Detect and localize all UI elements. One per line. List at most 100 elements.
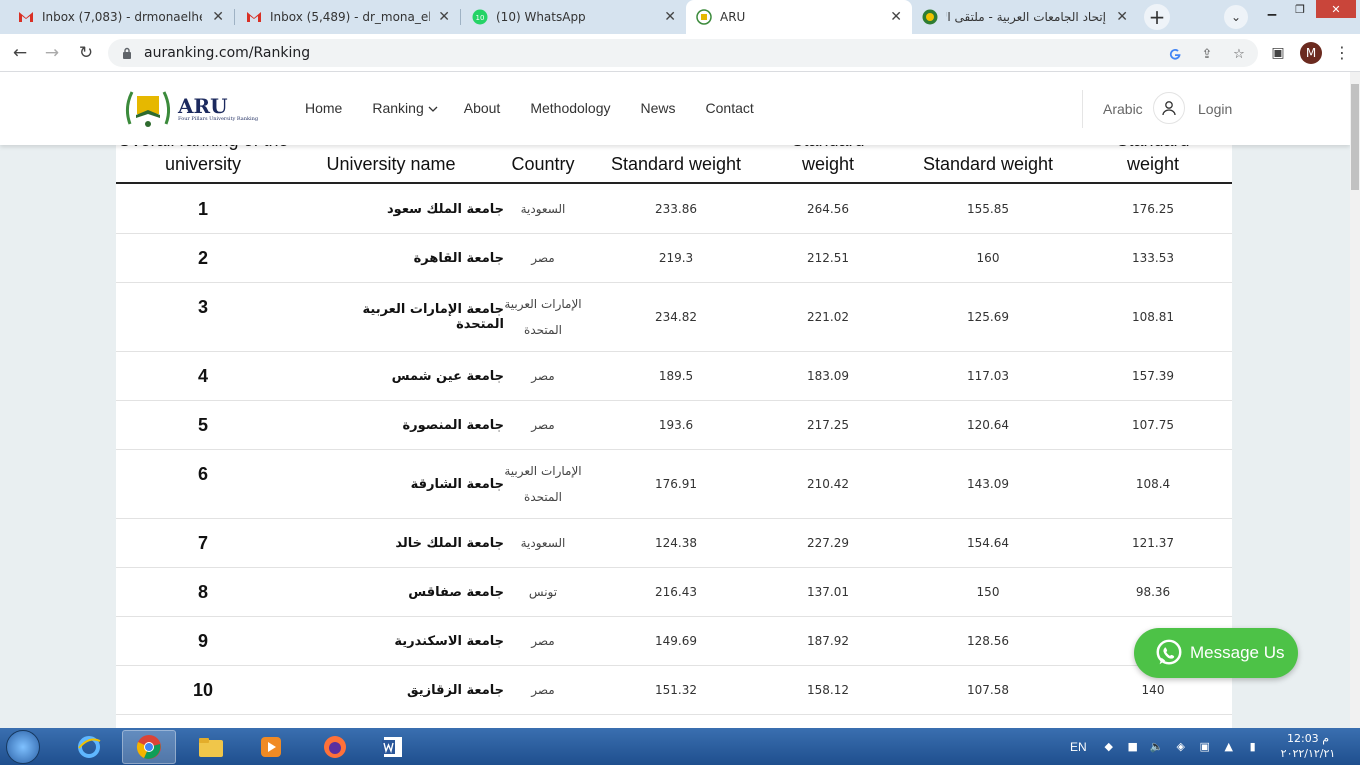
google-icon[interactable] [1166, 45, 1184, 63]
cell-standard-weight-3: 155.85 [967, 202, 1009, 216]
close-icon[interactable]: ✕ [664, 9, 676, 25]
nav-contact[interactable]: Contact [706, 100, 754, 116]
address-bar[interactable]: auranking.com/Ranking ⇪ ☆ [108, 39, 1258, 67]
tray-app-icon[interactable]: ▣ [1197, 739, 1213, 755]
lock-icon [120, 46, 134, 60]
forward-icon[interactable]: → [40, 42, 64, 64]
cell-standard-weight-4: 108.4 [1135, 477, 1171, 491]
cell-standard-weight-1: 151.32 [655, 683, 697, 697]
media-player-icon[interactable] [244, 730, 298, 764]
tab-whatsapp[interactable]: 10 (10) WhatsApp ✕ [462, 0, 686, 34]
whatsapp-icon: 10 [472, 9, 488, 25]
cell-country: مصر [488, 401, 598, 449]
table-row: 4 جامعة عين شمس مصر 189.5 183.09 117.03 157.39 [116, 352, 1232, 401]
cell-standard-weight-2: 264.56 [807, 202, 849, 216]
cell-standard-weight-4: 107.75 [1132, 418, 1174, 432]
cell-standard-weight-3: 117.03 [967, 369, 1009, 383]
nav-home[interactable]: Home [305, 100, 342, 116]
cell-university-name: جامعة عين شمس [304, 352, 504, 400]
acrobat-icon[interactable]: ◈ [1173, 739, 1189, 755]
university-name-text: جامعة الإمارات العربية المتحدة [362, 302, 504, 332]
cell-standard-weight-1: 193.6 [658, 418, 694, 432]
nav-ranking[interactable]: Ranking [372, 100, 423, 116]
file-explorer-icon[interactable] [184, 730, 238, 764]
cell-country: السعودية [488, 185, 598, 233]
cell-standard-weight-1: 233.86 [655, 202, 697, 216]
scrollbar-thumb[interactable] [1351, 84, 1359, 190]
taskbar: EN ◆ ■ 🔈 ◈ ▣ ▲ ▮ 12:03 م ٢٠٢٢/١٢/٢١ [0, 728, 1360, 765]
table-row: 3 جامعة الإمارات العربية المتحدة الإمارات … [116, 283, 1232, 352]
table-row: 6 جامعة الشارقة الإمارات العربية المتحدة 17… [116, 450, 1232, 519]
cell-university-name: جامعة الاسكندرية [304, 617, 504, 665]
cell-rank: 10 [192, 680, 214, 700]
cell-rank: 6 [197, 464, 208, 484]
star-icon[interactable]: ☆ [1230, 45, 1248, 63]
logo[interactable]: ARU Four Pillars University Ranking [122, 82, 262, 134]
country-text: تونس [528, 585, 558, 599]
ranking-table: Overall ranking of the university Univer… [116, 122, 1232, 728]
tab-gmail-2[interactable]: Inbox (5,489) - dr_mona_elhela ✕ [236, 0, 460, 34]
cell-standard-weight-2: 183.09 [807, 369, 849, 383]
network-signal-icon[interactable]: ▮ [1245, 739, 1261, 755]
nav-methodology[interactable]: Methodology [530, 100, 610, 116]
minimize-icon[interactable]: ▁ [1258, 0, 1286, 18]
site-header: ARU Four Pillars University Ranking Home… [0, 72, 1350, 145]
country-text: مصر [531, 683, 555, 697]
country-text: الإمارات العربية المتحدة [504, 297, 582, 337]
chevron-down-icon[interactable]: ⌄ [1224, 5, 1248, 29]
cell-standard-weight-1: 149.69 [655, 634, 697, 648]
close-icon[interactable]: ✕ [1116, 9, 1128, 25]
cell-standard-weight-4: 98.36 [1135, 585, 1171, 599]
internet-explorer-icon[interactable] [62, 730, 116, 764]
chrome-icon[interactable] [122, 730, 176, 764]
close-icon[interactable]: ✕ [890, 9, 902, 25]
university-name-text: جامعة المنصورة [402, 417, 504, 433]
tab-gmail-1[interactable]: Inbox (7,083) - drmonaelhelaly ✕ [8, 0, 234, 34]
country-text: مصر [531, 634, 555, 648]
nav-about[interactable]: About [464, 100, 501, 116]
cell-country: الإمارات العربية المتحدة [488, 283, 598, 351]
share-icon[interactable]: ⇪ [1198, 45, 1216, 63]
profile-avatar[interactable]: M [1300, 42, 1322, 64]
browser-toolbar: ← → ↻ auranking.com/Ranking ⇪ ☆ ▣ M ⋮ [0, 34, 1360, 72]
new-tab-button[interactable]: + [1144, 4, 1170, 30]
side-panel-icon[interactable]: ▣ [1266, 42, 1290, 64]
university-name-text: جامعة الملك سعود [387, 201, 504, 217]
table-row: 8 جامعة صفاقس تونس 216.43 137.01 150 98.36 [116, 568, 1232, 617]
university-name-text: جامعة الملك خالد [395, 535, 504, 551]
window-close-icon[interactable]: ✕ [1316, 0, 1356, 18]
volume-icon[interactable]: 🔈 [1149, 739, 1165, 755]
firefox-icon[interactable] [308, 730, 362, 764]
tray-app-icon[interactable]: ▲ [1221, 739, 1237, 755]
close-icon[interactable]: ✕ [212, 9, 224, 25]
login-link[interactable]: Login [1198, 101, 1232, 117]
nav-news[interactable]: News [641, 100, 676, 116]
windows-start-icon[interactable] [6, 730, 40, 764]
cell-country: الإمارات العربية المتحدة [488, 450, 598, 518]
restore-icon[interactable]: ❐ [1286, 0, 1314, 18]
cell-standard-weight-2: 187.92 [807, 634, 849, 648]
tray-app-icon[interactable]: ◆ [1101, 739, 1117, 755]
menu-icon[interactable]: ⋮ [1334, 43, 1350, 62]
word-icon[interactable] [366, 730, 420, 764]
taskbar-clock[interactable]: 12:03 م ٢٠٢٢/١٢/٢١ [1276, 731, 1340, 761]
tab-title: Inbox (7,083) - drmonaelhelaly [42, 10, 202, 24]
cell-standard-weight-1: 234.82 [655, 310, 697, 324]
input-language[interactable]: EN [1070, 740, 1087, 754]
back-icon[interactable]: ← [8, 42, 32, 64]
tab-aru[interactable]: ARU ✕ [686, 0, 912, 34]
close-icon[interactable]: ✕ [438, 9, 450, 25]
table-row: 2 جامعة القاهرة مصر 219.3 212.51 160 133.53 [116, 234, 1232, 283]
tray-app-icon[interactable]: ■ [1125, 739, 1141, 755]
user-icon[interactable] [1153, 92, 1185, 124]
chevron-down-icon[interactable] [428, 100, 438, 116]
tab-aau[interactable]: إتحاد الجامعات العربية - ملتقى الاتحادات… [912, 0, 1138, 34]
message-us-button[interactable]: Message Us [1134, 628, 1298, 678]
cell-rank: 9 [197, 631, 208, 651]
university-name-text: جامعة الشارقة [410, 476, 504, 492]
main-nav: Home Ranking About Methodology News Cont… [305, 100, 784, 116]
language-switch[interactable]: Arabic [1103, 101, 1143, 117]
university-name-text: جامعة الاسكندرية [394, 633, 504, 649]
message-us-label: Message Us [1190, 643, 1285, 662]
reload-icon[interactable]: ↻ [74, 42, 98, 64]
